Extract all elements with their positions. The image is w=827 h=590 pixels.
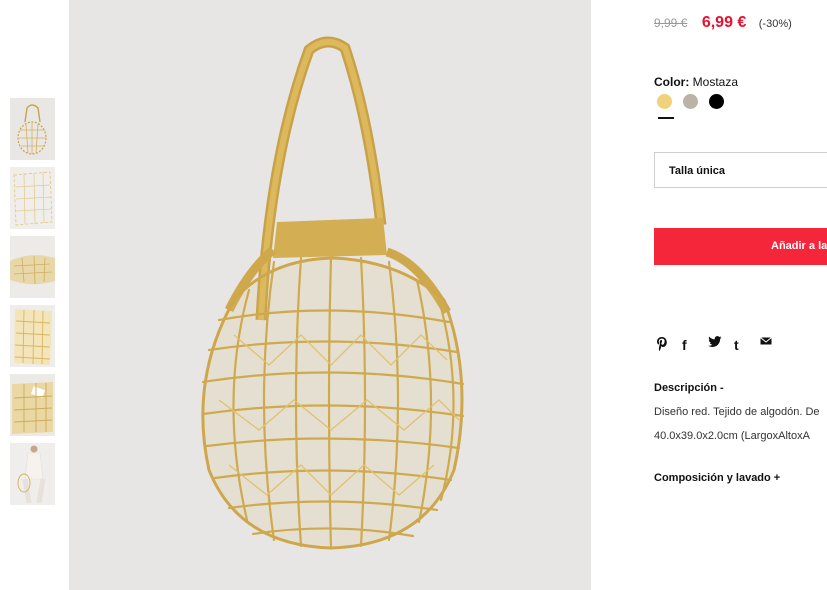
description-toggle[interactable]: Descripción - xyxy=(654,382,724,394)
product-info-panel: 9,99 € 6,99 € (-30%) Color: Mostaza Tall… xyxy=(654,0,827,590)
product-main-image[interactable] xyxy=(69,0,591,590)
mesh-bag-illustration xyxy=(69,0,591,590)
composition-toggle[interactable]: Composición y lavado + xyxy=(654,472,780,484)
facebook-icon[interactable]: f xyxy=(682,336,708,354)
thumbnail-4[interactable] xyxy=(10,305,55,367)
add-to-cart-button[interactable]: Añadir a la xyxy=(654,228,827,265)
thumbnail-2[interactable] xyxy=(10,167,55,229)
swatch-mostaza[interactable] xyxy=(657,94,672,109)
thumbnail-5[interactable] xyxy=(10,374,55,436)
tumblr-icon[interactable]: t xyxy=(734,336,760,354)
share-icons: f t xyxy=(656,336,786,354)
color-label: Color: Mostaza xyxy=(654,75,738,89)
swatch-beige[interactable] xyxy=(683,94,698,109)
color-value: Mostaza xyxy=(692,75,739,89)
color-swatches xyxy=(657,94,735,109)
thumbnail-list xyxy=(10,98,55,512)
old-price: 9,99 € xyxy=(654,16,688,30)
description-text-line-1: Diseño red. Tejido de algodón. De xyxy=(654,406,820,418)
selected-swatch-indicator xyxy=(658,117,674,119)
size-selector[interactable]: Talla única xyxy=(654,152,827,188)
color-label-title: Color: xyxy=(654,75,690,89)
description-text-line-2: 40.0x39.0x2.0cm (LargoxAltoxA xyxy=(654,430,810,442)
sale-price: 6,99 € xyxy=(701,14,747,31)
twitter-icon[interactable] xyxy=(708,336,734,354)
thumbnail-3[interactable] xyxy=(10,236,55,298)
swatch-negro[interactable] xyxy=(709,94,724,109)
email-icon[interactable] xyxy=(760,336,786,354)
pinterest-icon[interactable] xyxy=(656,336,682,354)
price-row: 9,99 € 6,99 € (-30%) xyxy=(654,14,792,32)
thumbnail-6[interactable] xyxy=(10,443,55,505)
thumbnail-1[interactable] xyxy=(10,98,55,160)
discount-badge: (-30%) xyxy=(758,18,792,30)
